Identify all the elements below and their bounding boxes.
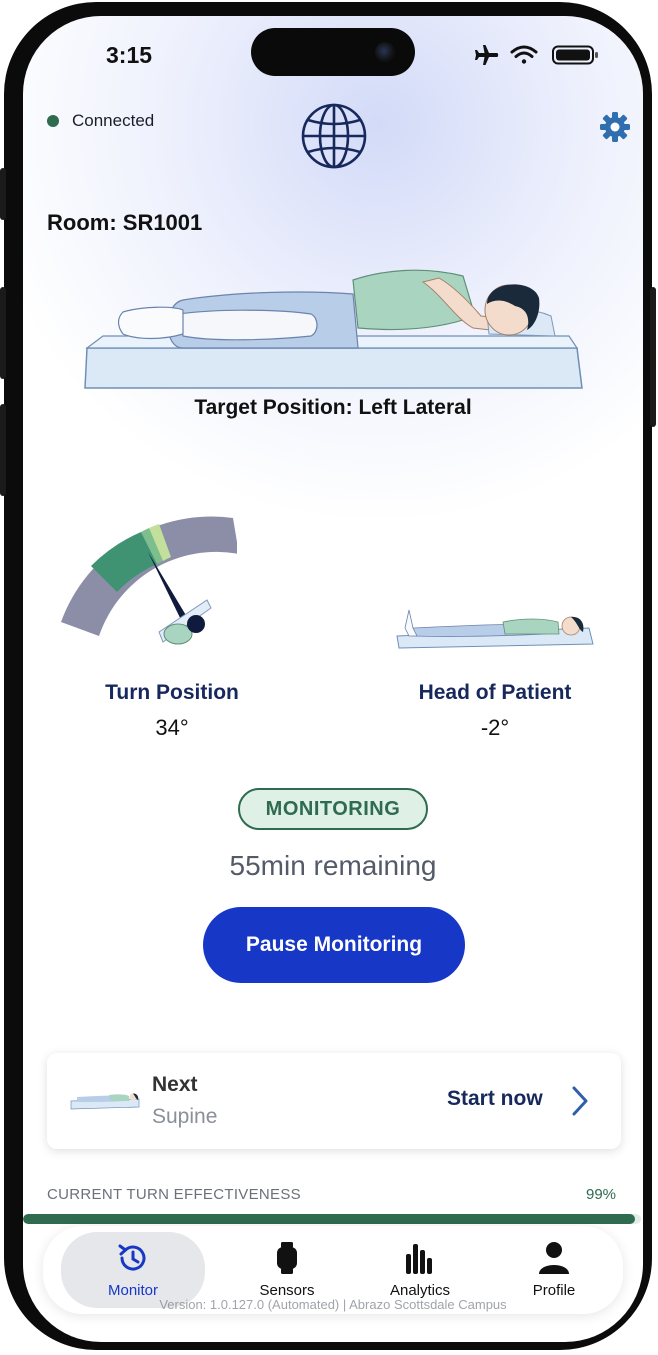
wifi-icon xyxy=(510,45,538,64)
volume-down-button xyxy=(0,404,6,496)
left-lateral-patient-illustration xyxy=(84,269,583,389)
next-title: Next xyxy=(152,1073,198,1096)
person-icon xyxy=(539,1242,569,1274)
connection-label: Connected xyxy=(72,111,155,130)
status-time: 3:15 xyxy=(106,42,153,68)
pause-monitoring-button[interactable]: Pause Monitoring xyxy=(203,907,465,983)
turn-effectiveness-bar xyxy=(23,1214,641,1224)
airplane-mode-icon xyxy=(475,45,499,65)
phone-frame: 3:15 Connected Room: SR1001 Target Posit… xyxy=(0,2,656,1350)
next-position-card[interactable]: Next Supine Start now xyxy=(47,1053,621,1149)
app-screen: 3:15 Connected Room: SR1001 Target Posit… xyxy=(23,16,643,1342)
mute-switch xyxy=(0,168,6,220)
chevron-right-icon[interactable] xyxy=(570,1085,590,1117)
power-button xyxy=(650,287,656,427)
turn-effectiveness-label: CURRENT TURN EFFECTIVENESS xyxy=(47,1186,301,1203)
turn-position-value: 34° xyxy=(155,715,189,740)
head-of-patient-value: -2° xyxy=(480,715,510,740)
camera-icon xyxy=(375,42,395,62)
turn-position-gauge xyxy=(61,516,237,645)
turn-effectiveness-fill xyxy=(23,1214,635,1224)
room-label: Room: SR1001 xyxy=(47,210,203,235)
battery-icon xyxy=(552,45,598,65)
head-of-patient-illustration xyxy=(396,609,594,649)
monitoring-status-badge: MONITORING xyxy=(238,788,428,830)
head-of-patient-label: Head of Patient xyxy=(418,681,572,704)
connected-dot-icon xyxy=(47,115,59,127)
status-icons xyxy=(475,45,598,65)
turn-effectiveness-percent: 99% xyxy=(586,1186,617,1203)
settings-gear-icon[interactable] xyxy=(599,111,631,143)
connection-status: Connected xyxy=(47,111,154,131)
dynamic-island xyxy=(251,28,415,76)
turn-position-label: Turn Position xyxy=(105,681,239,704)
bar-chart-icon xyxy=(406,1244,432,1274)
time-remaining: 55min remaining xyxy=(229,850,437,881)
supine-patient-thumbnail xyxy=(70,1093,140,1110)
watch-sensor-icon xyxy=(277,1242,297,1274)
target-position-label: Target Position: Left Lateral xyxy=(194,396,472,419)
start-now-link[interactable]: Start now xyxy=(447,1087,543,1111)
next-position-name: Supine xyxy=(152,1105,218,1128)
monitor-history-icon xyxy=(118,1244,146,1271)
globe-icon[interactable] xyxy=(300,102,368,170)
version-footer: Version: 1.0.127.0 (Automated) | Abrazo … xyxy=(159,1297,507,1312)
volume-up-button xyxy=(0,287,6,379)
